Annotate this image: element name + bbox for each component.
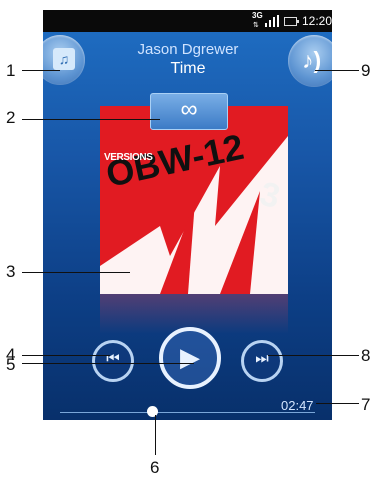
previous-icon: ⏮ xyxy=(106,350,120,367)
play-icon: ▶ xyxy=(180,342,200,372)
elapsed-time: 02:47 xyxy=(281,398,314,413)
album-art: VERSIONS OBW-12 3 xyxy=(100,106,288,294)
callout-2-line xyxy=(22,119,160,120)
music-library-icon: ♫ xyxy=(53,48,75,70)
callout-7: 7 xyxy=(361,395,371,414)
music-library-button[interactable]: ♫ xyxy=(43,35,85,85)
visualizer-button[interactable]: ♪) xyxy=(288,35,332,87)
callout-9: 9 xyxy=(361,61,371,80)
progress-bar[interactable] xyxy=(60,412,315,413)
play-button[interactable]: ▶ xyxy=(159,327,221,389)
callout-3: 3 xyxy=(6,262,16,281)
status-bar: 3G ⇅ 12:20 xyxy=(43,10,332,32)
next-icon: ⏭ xyxy=(255,350,269,367)
album-label: VERSIONS xyxy=(104,152,153,163)
music-player-screen: 3G ⇅ 12:20 ♫ Jason Dgrewer Time ♪) VERSI… xyxy=(43,10,332,420)
infinite-icon: ∞ xyxy=(180,96,198,123)
callout-7-line xyxy=(316,403,359,404)
callout-2: 2 xyxy=(6,108,16,127)
battery-icon xyxy=(284,17,299,26)
data-activity-icon: ⇅ xyxy=(253,22,259,29)
callout-8: 8 xyxy=(361,346,371,365)
callout-1: 1 xyxy=(6,61,16,80)
callout-6-line xyxy=(155,415,156,455)
callout-5-line xyxy=(22,363,194,364)
progress-thumb[interactable] xyxy=(147,406,158,417)
signal-strength-icon xyxy=(265,15,279,27)
next-button[interactable]: ⏭ xyxy=(241,340,283,382)
track-title: Time xyxy=(170,60,206,77)
previous-button[interactable]: ⏮ xyxy=(92,340,134,382)
callout-3-line xyxy=(22,272,130,273)
status-time: 12:20 xyxy=(302,14,332,28)
callout-8-line xyxy=(268,355,359,356)
network-type: 3G xyxy=(252,11,263,20)
callout-1-line xyxy=(22,70,60,71)
callout-6: 6 xyxy=(150,458,160,477)
infinite-button[interactable]: ∞ xyxy=(150,93,228,130)
callout-5: 5 xyxy=(6,355,16,374)
album-art-graphic: OBW-12 3 xyxy=(100,126,288,294)
callout-9-line xyxy=(315,70,359,71)
artist-name: Jason Dgrewer xyxy=(137,41,239,58)
callout-4-line xyxy=(22,355,110,356)
